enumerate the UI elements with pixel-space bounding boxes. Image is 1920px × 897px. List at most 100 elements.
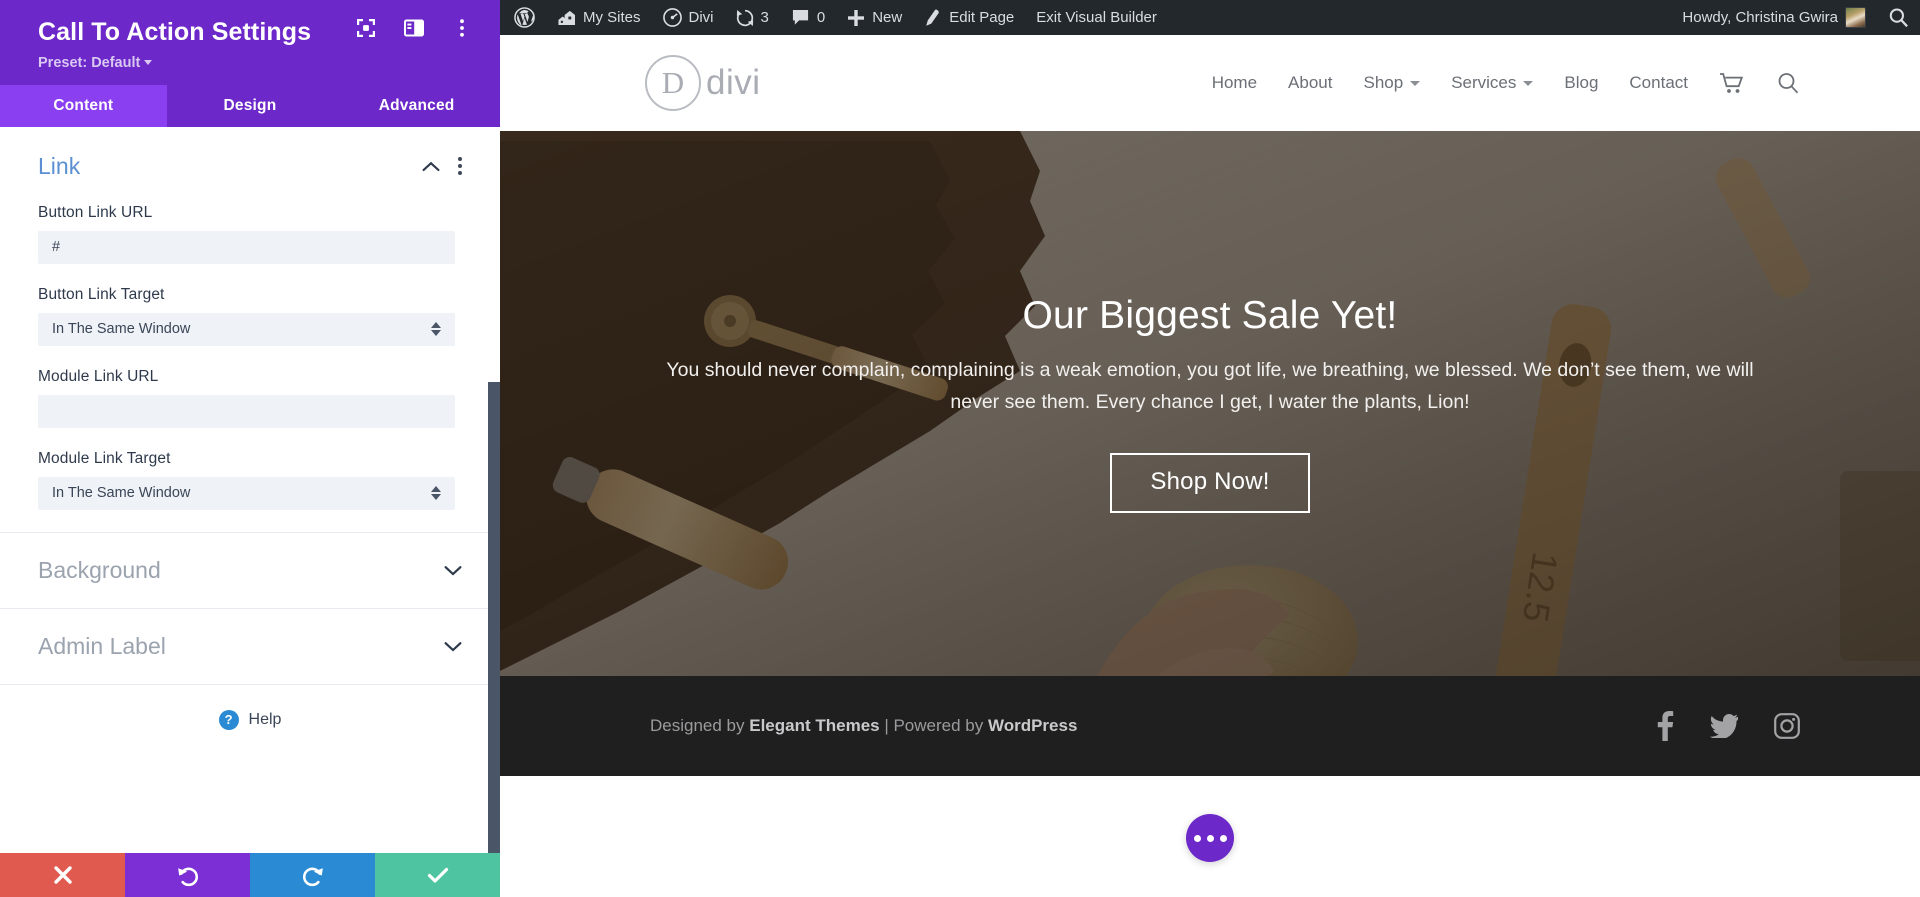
panel-header-icons [356, 18, 472, 38]
cart-icon[interactable] [1719, 72, 1745, 94]
footer-credit-brand2[interactable]: WordPress [988, 716, 1077, 735]
field-label: Button Link Target [38, 285, 165, 303]
save-button[interactable] [375, 853, 500, 897]
builder-menu-fab[interactable] [1186, 814, 1234, 862]
nav-item-blog[interactable]: Blog [1564, 73, 1598, 93]
footer-credit-middle: | Powered by [879, 716, 988, 735]
field-button-link-target: Button Link Target In The Same Window [38, 286, 462, 346]
preset-selector[interactable]: Preset: Default [38, 55, 462, 71]
divi-dashboard-icon [662, 8, 682, 27]
admin-search-item[interactable] [1877, 0, 1920, 35]
select-value: In The Same Window [52, 485, 191, 502]
check-icon [427, 867, 448, 883]
sites-icon [558, 10, 575, 26]
nav-item-contact[interactable]: Contact [1629, 73, 1688, 93]
link-section-header: Link [38, 153, 462, 180]
panel-footer-actions [0, 853, 500, 897]
nav-label: Shop [1363, 73, 1404, 92]
panel-scrollbar[interactable] [488, 381, 500, 853]
shop-now-button[interactable]: Shop Now! [1110, 452, 1310, 513]
comments-item[interactable]: 0 [780, 0, 836, 35]
hero-content: Our Biggest Sale Yet! You should never c… [500, 131, 1920, 676]
arrow-up [431, 322, 441, 329]
chevron-up-icon[interactable] [422, 161, 440, 172]
accordion-background[interactable]: Background [0, 533, 500, 609]
exit-visual-builder-label: Exit Visual Builder [1036, 9, 1157, 26]
avatar [1845, 7, 1866, 28]
footer-credit: Designed by Elegant Themes | Powered by … [650, 716, 1077, 736]
field-button-link-url: Button Link URL # [38, 204, 462, 264]
howdy-item[interactable]: Howdy, Christina Gwira [1671, 0, 1877, 35]
footer-credit-prefix: Designed by [650, 716, 750, 735]
my-sites-item[interactable]: My Sites [546, 0, 652, 35]
arrow-up [431, 486, 441, 493]
nav-item-about[interactable]: About [1288, 73, 1332, 93]
button-link-url-input[interactable]: # [38, 230, 455, 264]
nav-label: Services [1451, 73, 1517, 92]
tab-design[interactable]: Design [167, 85, 334, 127]
help-icon: ? [218, 709, 239, 730]
chevron-down-icon [444, 641, 462, 652]
new-label: New [872, 9, 903, 26]
module-link-url-input[interactable] [38, 394, 455, 428]
link-section-kebab-icon[interactable] [458, 157, 462, 176]
ellipsis-dot [1206, 834, 1214, 842]
tab-advanced[interactable]: Advanced [333, 85, 500, 127]
discard-button[interactable] [0, 853, 125, 897]
chevron-down-icon [144, 60, 153, 66]
wordpress-logo-item[interactable] [500, 0, 546, 35]
accordion-admin-label[interactable]: Admin Label [0, 609, 500, 685]
nav-item-home[interactable]: Home [1212, 73, 1257, 93]
kebab-menu-icon[interactable] [452, 18, 472, 38]
plus-icon [848, 9, 865, 26]
site-header: D divi Home About Shop Services Blog Con… [500, 35, 1920, 131]
link-section-controls [422, 157, 462, 176]
nav-label: About [1288, 73, 1333, 92]
wordpress-admin-bar: My Sites Divi 3 0 New Edit Page Exit Vis… [500, 0, 1920, 35]
hero-heading: Our Biggest Sale Yet! [1022, 294, 1398, 338]
footer-credit-brand[interactable]: Elegant Themes [749, 716, 879, 735]
new-item[interactable]: New [836, 0, 913, 35]
module-link-target-select[interactable]: In The Same Window [38, 476, 455, 510]
site-logo[interactable]: D divi [645, 55, 761, 111]
divi-logo-word: divi [706, 63, 761, 102]
site-preview: D divi Home About Shop Services Blog Con… [500, 35, 1920, 897]
search-icon[interactable] [1776, 71, 1800, 95]
module-settings-panel: Call To Action Settings Preset: Default [0, 0, 500, 897]
edit-page-item[interactable]: Edit Page [913, 0, 1025, 35]
search-icon [1889, 8, 1908, 28]
undo-button[interactable] [125, 853, 250, 897]
select-arrows-icon [431, 322, 441, 337]
divi-item[interactable]: Divi [652, 0, 725, 35]
exit-visual-builder-item[interactable]: Exit Visual Builder [1025, 0, 1168, 35]
facebook-icon[interactable] [1656, 711, 1674, 741]
site-below-footer [500, 776, 1920, 897]
help-link[interactable]: ? Help [0, 685, 500, 755]
link-section: Link Button Link URL # Button Link Targe… [0, 127, 500, 510]
arrow-down [431, 330, 441, 337]
instagram-icon[interactable] [1774, 713, 1800, 739]
field-module-link-url: Module Link URL [38, 368, 462, 428]
nav-item-shop[interactable]: Shop [1363, 73, 1421, 93]
chevron-down-icon [444, 565, 462, 576]
cta-hero-section: 12.5 Our Biggest Sale Yet! You should ne… [500, 131, 1920, 676]
redo-button[interactable] [250, 853, 375, 897]
updates-item[interactable]: 3 [725, 0, 780, 35]
nav-label: Blog [1564, 73, 1599, 92]
button-link-target-select[interactable]: In The Same Window [38, 312, 455, 346]
focus-frame-icon[interactable] [356, 18, 376, 38]
select-value: In The Same Window [52, 321, 191, 338]
wordpress-logo-icon [514, 7, 535, 28]
kebab-dot [458, 157, 462, 162]
undo-icon [177, 867, 198, 887]
footer-social-links [1656, 711, 1800, 741]
preset-label: Preset: Default [38, 54, 141, 71]
arrow-down [431, 494, 441, 501]
divi-label: Divi [688, 9, 714, 26]
tab-content[interactable]: Content [0, 84, 167, 127]
nav-item-services[interactable]: Services [1451, 73, 1534, 93]
panel-layout-icon[interactable] [404, 18, 424, 38]
comments-count: 0 [816, 9, 826, 26]
twitter-icon[interactable] [1710, 714, 1738, 738]
kebab-dot [458, 164, 462, 169]
